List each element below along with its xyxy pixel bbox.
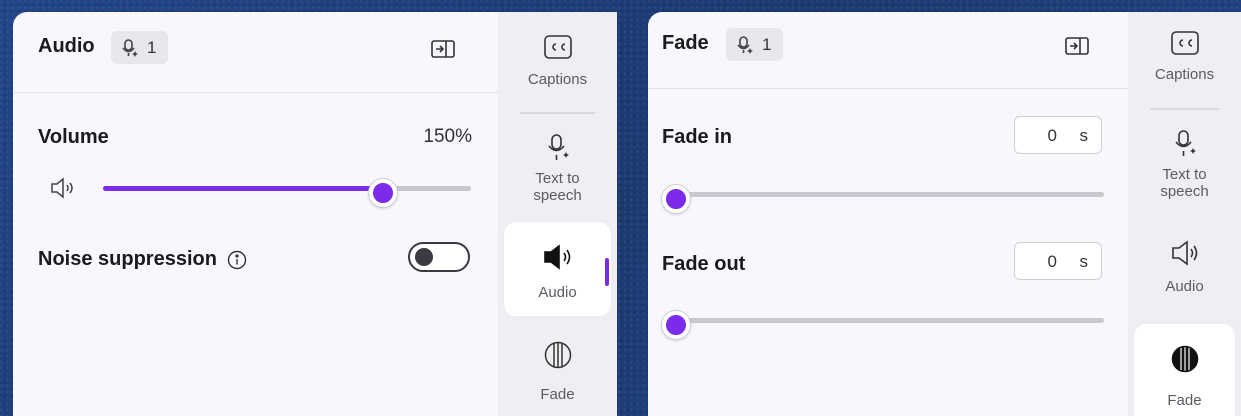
- fade-in-slider-thumb[interactable]: [662, 184, 690, 213]
- fade-out-input[interactable]: 0 s: [1014, 242, 1102, 280]
- fade-icon: [1170, 342, 1200, 376]
- fade-content: Fade 1 Fade in 0 s Fade out 0 s: [648, 12, 1128, 416]
- fade-in-slider[interactable]: [662, 184, 1104, 213]
- fade-header: Fade 1: [648, 12, 1128, 89]
- panel-title: Fade: [662, 32, 709, 54]
- noise-suppression-text: Noise suppression: [38, 248, 217, 270]
- rail-item-audio[interactable]: Audio: [1134, 238, 1235, 308]
- rail-label-tts-2: speech: [533, 187, 582, 204]
- audio-content: Audio 1 Volume 150% Noise suppression: [13, 12, 498, 416]
- rail-label-tts-1: Text to: [535, 170, 580, 187]
- voice-count-badge[interactable]: 1: [111, 31, 169, 64]
- speaker-icon: [49, 177, 77, 199]
- fade-out-unit: s: [1079, 252, 1089, 271]
- rail-label-tts-1: Text to: [1162, 166, 1207, 183]
- toggle-knob: [415, 248, 433, 266]
- captions-icon: [1170, 28, 1200, 58]
- badge-count: 1: [147, 37, 157, 57]
- audio-panel: Audio 1 Volume 150% Noise suppression Ca…: [13, 12, 617, 416]
- fade-in-label: Fade in: [662, 126, 733, 148]
- fade-panel: Fade 1 Fade in 0 s Fade out 0 s Captions…: [648, 12, 1241, 416]
- volume-value: 150%: [423, 126, 472, 147]
- voice-badge-icon: [122, 38, 138, 57]
- side-rail: Captions Text to speech Audio Fade: [498, 12, 617, 416]
- rail-label-captions: Captions: [527, 71, 588, 88]
- dock-panel-button[interactable]: [430, 38, 456, 60]
- side-rail: Captions Text to speech Audio Fade: [1128, 12, 1241, 416]
- fade-in-unit: s: [1079, 126, 1089, 145]
- text-to-speech-icon: [1172, 128, 1198, 160]
- rail-item-captions[interactable]: Captions: [504, 32, 611, 102]
- noise-suppression-label: Noise suppression: [38, 248, 247, 271]
- fade-icon: [543, 338, 573, 372]
- audio-icon: [1170, 238, 1200, 268]
- audio-icon: [542, 242, 574, 272]
- rail-item-audio[interactable]: Audio: [504, 222, 611, 316]
- noise-suppression-toggle[interactable]: [408, 242, 470, 272]
- volume-slider-fill: [103, 186, 379, 191]
- panel-title: Audio: [38, 35, 95, 57]
- voice-badge-icon: [737, 35, 753, 54]
- fade-out-value: 0: [1047, 252, 1057, 271]
- fade-out-label: Fade out: [662, 253, 746, 275]
- rail-label-audio: Audio: [538, 284, 577, 301]
- rail-item-text-to-speech[interactable]: Text to speech: [504, 132, 611, 210]
- rail-item-fade[interactable]: Fade: [1134, 324, 1235, 416]
- badge-count: 1: [762, 34, 772, 54]
- rail-label-fade: Fade: [540, 386, 575, 403]
- rail-label-tts-2: speech: [1160, 183, 1209, 200]
- dock-panel-icon: [1065, 37, 1089, 55]
- captions-icon: [543, 32, 573, 62]
- rail-item-captions[interactable]: Captions: [1134, 28, 1235, 98]
- fade-out-slider[interactable]: [662, 310, 1104, 339]
- rail-item-text-to-speech[interactable]: Text to speech: [1134, 128, 1235, 206]
- text-to-speech-icon: [545, 132, 571, 164]
- active-indicator: [605, 258, 609, 286]
- voice-count-badge[interactable]: 1: [726, 28, 784, 61]
- rail-divider: [1150, 108, 1219, 110]
- fade-in-input[interactable]: 0 s: [1014, 116, 1102, 154]
- fade-in-value: 0: [1047, 126, 1057, 145]
- fade-out-slider-thumb[interactable]: [662, 310, 690, 339]
- audio-header: Audio 1: [13, 12, 498, 93]
- info-icon[interactable]: [227, 250, 247, 270]
- dock-panel-icon: [431, 40, 455, 58]
- volume-label: Volume: [38, 126, 109, 148]
- rail-label-audio: Audio: [1165, 278, 1204, 295]
- rail-item-fade[interactable]: Fade: [504, 338, 611, 410]
- rail-label-fade: Fade: [1167, 392, 1202, 409]
- rail-label-captions: Captions: [1154, 66, 1215, 83]
- volume-slider-thumb[interactable]: [369, 178, 397, 207]
- rail-divider: [520, 112, 595, 114]
- volume-slider[interactable]: [103, 178, 471, 207]
- dock-panel-button[interactable]: [1064, 35, 1090, 57]
